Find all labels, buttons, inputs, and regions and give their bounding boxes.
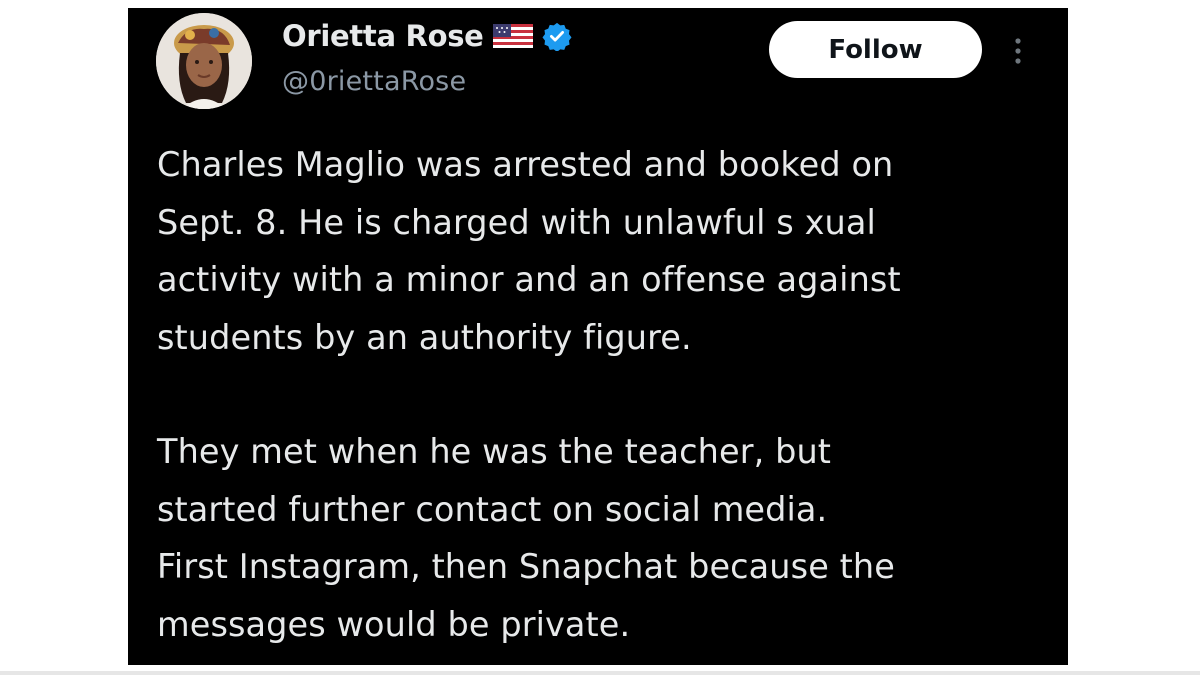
author-name-row: Orietta Rose (282, 16, 572, 56)
page-bottom-edge (0, 671, 1200, 675)
tweet-paragraph: Charles Maglio was arrested and booked o… (157, 145, 901, 357)
tweet-text: Charles Maglio was arrested and booked o… (157, 136, 1057, 653)
avatar-image (156, 13, 252, 109)
us-flag-icon (492, 22, 534, 50)
verified-badge-icon (542, 21, 572, 52)
display-name[interactable]: Orietta Rose (282, 19, 484, 53)
avatar[interactable] (156, 13, 252, 109)
more-options-icon[interactable] (1006, 34, 1030, 68)
tweet-paragraph: They met when he was the teacher, but st… (157, 432, 895, 644)
user-handle[interactable]: @0riettaRose (282, 66, 466, 97)
tweet-card: Orietta Rose @0riettaRose Follow Charles… (128, 8, 1068, 665)
follow-button[interactable]: Follow (769, 21, 982, 78)
